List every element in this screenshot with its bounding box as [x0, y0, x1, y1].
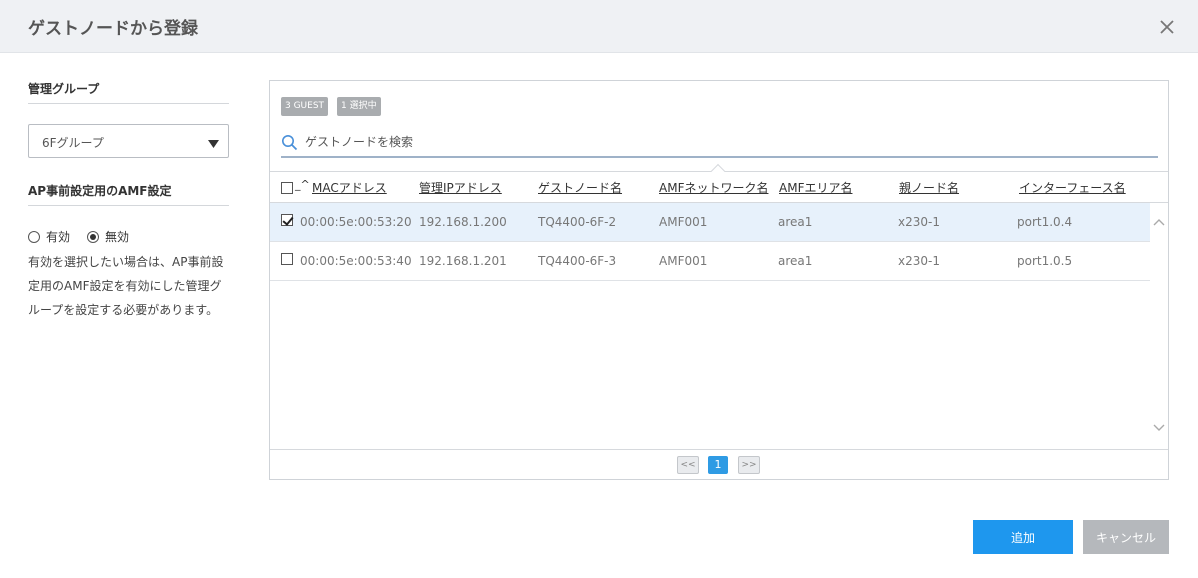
cell-amf-network: AMF001	[659, 254, 708, 268]
search-icon	[281, 134, 298, 154]
column-header-ip[interactable]: 管理IPアドレス	[419, 179, 502, 196]
radio-disable-label: 無効	[105, 230, 130, 244]
sort-indicator	[710, 163, 726, 179]
radio-enable-label: 有効	[46, 230, 71, 244]
row-checkbox[interactable]	[281, 253, 293, 265]
cell-amf-area: area1	[778, 215, 813, 229]
amf-setting-label: AP事前設定用のAMF設定	[28, 182, 229, 206]
close-icon[interactable]	[1156, 16, 1178, 38]
radio-disable[interactable]: 無効	[87, 228, 129, 245]
scroll-down-icon[interactable]	[1153, 421, 1165, 435]
group-label: 管理グループ	[28, 80, 229, 104]
radio-disable-circle[interactable]	[87, 230, 100, 243]
caret-down-icon	[208, 137, 219, 151]
search-input[interactable]	[305, 131, 1145, 153]
cancel-button[interactable]: キャンセル	[1083, 520, 1169, 554]
column-header-amf-network[interactable]: AMFネットワーク名	[659, 179, 768, 196]
cell-parent: x230-1	[898, 215, 940, 229]
selected-count-badge: 1 選択中	[337, 97, 381, 116]
settings-panel: 管理グループ 6Fグループ AP事前設定用のAMF設定 有効 無効 有効を選択し…	[28, 80, 229, 322]
amf-radio-group: 有効 無効	[28, 228, 229, 245]
column-header-name[interactable]: ゲストノード名	[538, 179, 622, 196]
radio-enable-circle[interactable]	[28, 230, 40, 243]
first-page-button[interactable]: <<	[677, 456, 699, 474]
vertical-scrollbar[interactable]	[1151, 203, 1168, 449]
dialog-header: ゲストノードから登録	[0, 0, 1198, 53]
column-header-interface[interactable]: インターフェース名	[1019, 179, 1126, 196]
table-row[interactable]: 00:00:5e:00:53:40 192.168.1.201 TQ4400-6…	[270, 242, 1150, 281]
cell-ip: 192.168.1.201	[419, 254, 507, 268]
badge-group: 3 GUEST 1 選択中	[281, 97, 381, 116]
table-row[interactable]: 00:00:5e:00:53:20 192.168.1.200 TQ4400-6…	[270, 203, 1150, 242]
amf-note: 有効を選択したい場合は、AP事前設定用のAMF設定を有効にした管理グループを設定…	[28, 255, 224, 317]
scroll-up-icon[interactable]	[1153, 215, 1165, 229]
guest-count-badge: 3 GUEST	[281, 97, 329, 116]
column-header-mac[interactable]: MACアドレス	[312, 179, 387, 196]
cell-parent: x230-1	[898, 254, 940, 268]
row-checkbox[interactable]	[281, 214, 293, 226]
cell-interface: port1.0.5	[1017, 254, 1073, 268]
cell-amf-network: AMF001	[659, 215, 708, 229]
cell-mac: 00:00:5e:00:53:40	[300, 254, 412, 268]
group-select[interactable]: 6Fグループ	[28, 124, 229, 158]
page-1-button[interactable]: 1	[708, 456, 728, 474]
column-header-parent[interactable]: 親ノード名	[899, 179, 959, 196]
select-all-checkbox[interactable]	[281, 182, 293, 194]
add-button[interactable]: 追加	[973, 520, 1073, 554]
column-header-amf-area[interactable]: AMFエリア名	[779, 179, 852, 196]
sort-toggle[interactable]: _^	[295, 178, 310, 191]
group-select-value: 6Fグループ	[42, 136, 104, 150]
guest-node-panel: 3 GUEST 1 選択中 _^ MACアドレス 管理IPアドレス ゲストノード…	[269, 80, 1169, 480]
cell-interface: port1.0.4	[1017, 215, 1073, 229]
cell-ip: 192.168.1.200	[419, 215, 507, 229]
cell-name: TQ4400-6F-3	[538, 254, 617, 268]
pagination: << 1 >>	[270, 449, 1168, 479]
dialog-title: ゲストノードから登録	[28, 19, 198, 39]
table-header: _^ MACアドレス 管理IPアドレス ゲストノード名 AMFネットワーク名 A…	[270, 163, 1168, 203]
last-page-button[interactable]: >>	[738, 456, 760, 474]
cell-name: TQ4400-6F-2	[538, 215, 617, 229]
radio-enable[interactable]: 有効	[28, 228, 70, 245]
search-bar	[281, 131, 1158, 158]
table-body: 00:00:5e:00:53:20 192.168.1.200 TQ4400-6…	[270, 203, 1150, 449]
cell-amf-area: area1	[778, 254, 813, 268]
cell-mac: 00:00:5e:00:53:20	[300, 215, 412, 229]
